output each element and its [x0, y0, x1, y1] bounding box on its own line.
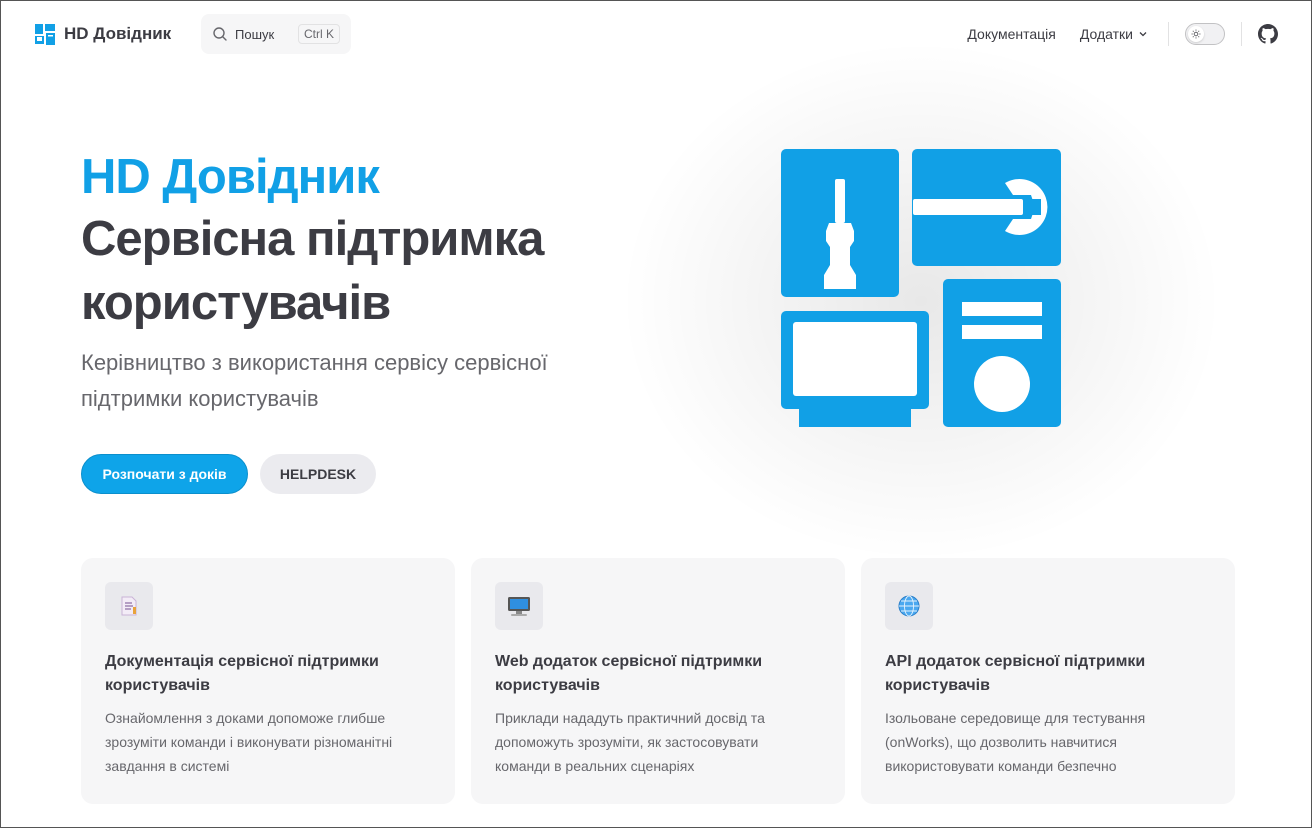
- computer-icon: [495, 582, 543, 630]
- hero-title-line: користувачів: [81, 276, 391, 330]
- feature-card-api-app[interactable]: API додаток сервісної підтримки користув…: [861, 558, 1235, 804]
- hero-section: HD Довідник Сервісна підтримка користува…: [81, 147, 681, 417]
- nav-menu: Документація Додатки: [967, 18, 1278, 50]
- hero-heading: HD Довідник Сервісна підтримка користува…: [81, 147, 681, 335]
- nav-link-label: Додатки: [1079, 26, 1133, 42]
- feature-details: Приклади нададуть практичний досвід та д…: [495, 710, 765, 774]
- feature-details: Ізольоване середовище для тестування (on…: [885, 710, 1146, 774]
- feature-card-documentation[interactable]: Документація сервісної підтримки користу…: [81, 558, 455, 804]
- document-icon: [105, 582, 153, 630]
- tools-illustration-icon: [781, 149, 1061, 427]
- appearance-toggle[interactable]: [1185, 23, 1225, 45]
- feature-details: Ознайомлення з доками допоможе глибше зр…: [105, 710, 393, 774]
- search-button[interactable]: Пошук Ctrl K: [201, 14, 351, 54]
- nav-divider: [1168, 22, 1169, 46]
- hero-title-line: Сервісна підтримка: [81, 212, 544, 266]
- search-icon: [213, 27, 227, 41]
- nav-divider: [1241, 22, 1242, 46]
- brand-title: HD Довідник: [64, 24, 172, 43]
- brand-link[interactable]: HD Довідник: [34, 22, 171, 46]
- nav-dropdown-apps[interactable]: Додатки: [1080, 26, 1148, 42]
- github-icon[interactable]: [1258, 24, 1278, 44]
- logo-icon: [35, 24, 55, 45]
- nav-link-documentation[interactable]: Документація: [967, 26, 1055, 42]
- chevron-down-icon: [1139, 32, 1147, 37]
- top-navbar: HD Довідник Пошук Ctrl K Документація До…: [1, 1, 1311, 67]
- hero-tagline: Керівництво з використання сервісу серві…: [81, 350, 548, 411]
- globe-icon: [885, 582, 933, 630]
- hero-name: HD Довідник: [81, 150, 380, 204]
- hero-actions: Розпочати з доків HELPDESK: [81, 454, 376, 494]
- get-started-button[interactable]: Розпочати з доків: [81, 454, 248, 494]
- feature-card-web-app[interactable]: Web додаток сервісної підтримки користув…: [471, 558, 845, 804]
- feature-title: Web додаток сервісної підтримки користув…: [495, 653, 763, 694]
- sun-icon: [1188, 26, 1204, 42]
- nav-link-label: Документація: [967, 26, 1056, 42]
- features-section: Документація сервісної підтримки користу…: [81, 558, 1235, 804]
- helpdesk-button[interactable]: HELPDESK: [260, 454, 376, 494]
- search-shortcut: Ctrl K: [298, 24, 340, 44]
- search-label: Пошук: [235, 26, 275, 42]
- feature-title: API додаток сервісної підтримки користув…: [885, 653, 1146, 694]
- feature-title: Документація сервісної підтримки користу…: [105, 653, 379, 694]
